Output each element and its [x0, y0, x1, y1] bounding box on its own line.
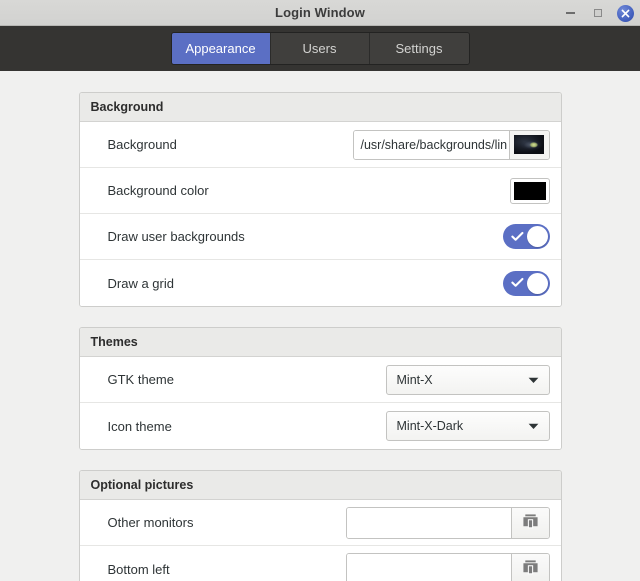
toggle-knob [526, 226, 548, 247]
row-other-monitors: Other monitors [79, 500, 561, 546]
tab-settings-label: Settings [395, 41, 443, 56]
tab-users-label: Users [302, 41, 337, 56]
copy-stack-icon [522, 559, 539, 579]
tabbar: Appearance Users Settings [0, 26, 640, 71]
background-file-chooser[interactable]: /usr/share/backgrounds/lin [352, 129, 550, 160]
row-background-label: Background [107, 137, 177, 152]
tab-group: Appearance Users Settings [170, 32, 470, 65]
row-icon-theme-control: Mint-X-Dark [385, 411, 550, 441]
row-draw-a-grid-control [502, 270, 550, 296]
background-preview-thumbnail [508, 130, 549, 159]
close-icon[interactable] [617, 4, 634, 22]
panel-themes-header: Themes [79, 328, 561, 357]
maximize-icon[interactable] [589, 4, 607, 22]
row-draw-user-backgrounds: Draw user backgrounds [79, 214, 561, 260]
bottom-left-path-value[interactable] [346, 554, 511, 581]
copy-stack-icon [522, 513, 539, 533]
titlebar: Login Window [0, 0, 640, 26]
other-monitors-file-picker[interactable] [345, 506, 550, 539]
other-monitors-browse-button[interactable] [510, 507, 549, 538]
other-monitors-path-value[interactable] [346, 507, 511, 538]
row-background-control: /usr/share/backgrounds/lin [352, 129, 550, 160]
tab-users[interactable]: Users [270, 33, 370, 64]
tab-settings[interactable]: Settings [369, 33, 469, 64]
background-color-fill [513, 181, 546, 200]
draw-a-grid-toggle[interactable] [502, 270, 550, 296]
row-bottom-left-control [345, 553, 550, 581]
panel-themes: Themes GTK theme Mint-X Icon theme Mint- [78, 327, 562, 450]
row-icon-theme: Icon theme Mint-X-Dark [79, 403, 561, 449]
row-gtk-theme-label: GTK theme [107, 372, 174, 387]
row-other-monitors-label: Other monitors [107, 515, 194, 530]
row-background-color-label: Background color [107, 183, 209, 198]
gtk-theme-value: Mint-X [396, 372, 433, 387]
panel-background: Background Background /usr/share/backgro… [78, 92, 562, 307]
tab-appearance-label: Appearance [185, 41, 256, 56]
background-color-swatch[interactable] [509, 177, 550, 204]
panel-optional-pictures-header: Optional pictures [79, 471, 561, 500]
panel-background-header: Background [79, 93, 561, 122]
row-draw-a-grid-label: Draw a grid [107, 275, 174, 291]
gtk-theme-dropdown[interactable]: Mint-X [385, 364, 550, 395]
row-gtk-theme: GTK theme Mint-X [79, 357, 561, 403]
wallpaper-thumbnail-image [514, 135, 544, 154]
row-gtk-theme-control: Mint-X [385, 364, 550, 395]
settings-content: Background Background /usr/share/backgro… [0, 71, 640, 581]
draw-user-backgrounds-toggle[interactable] [502, 224, 550, 249]
checkmark-icon [510, 276, 524, 291]
bottom-left-file-picker[interactable] [345, 553, 550, 581]
icon-theme-value: Mint-X-Dark [396, 419, 464, 433]
row-draw-user-backgrounds-label: Draw user backgrounds [107, 229, 245, 244]
titlebar-controls [561, 0, 634, 26]
toggle-knob [526, 272, 548, 294]
panel-optional-pictures: Optional pictures Other monitors Bottom … [78, 470, 562, 581]
row-draw-user-backgrounds-control [502, 224, 550, 249]
minimize-icon[interactable] [561, 4, 579, 22]
checkmark-icon [510, 229, 524, 244]
row-icon-theme-label: Icon theme [107, 418, 172, 434]
row-other-monitors-control [345, 506, 550, 539]
row-background-color: Background color [79, 168, 561, 214]
chevron-down-icon [528, 373, 539, 387]
row-background-color-control [509, 177, 550, 204]
row-bottom-left-label: Bottom left [107, 561, 170, 577]
background-path-value[interactable]: /usr/share/backgrounds/lin [353, 130, 509, 159]
row-background: Background /usr/share/backgrounds/lin [79, 122, 561, 168]
chevron-down-icon [528, 419, 539, 433]
icon-theme-dropdown[interactable]: Mint-X-Dark [385, 411, 550, 441]
tab-appearance[interactable]: Appearance [171, 33, 271, 64]
bottom-left-browse-button[interactable] [510, 554, 549, 581]
row-bottom-left: Bottom left [79, 546, 561, 581]
window-title: Login Window [275, 5, 365, 20]
row-draw-a-grid: Draw a grid [79, 260, 561, 306]
